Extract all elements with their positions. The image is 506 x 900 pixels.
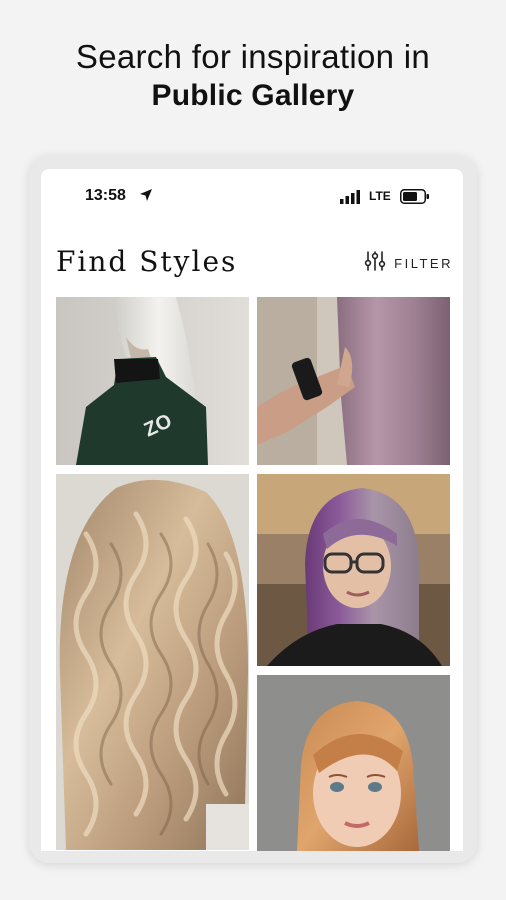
headline-line-2: Public Gallery xyxy=(151,79,355,112)
platinum-straight-hair-photo[interactable]: ZO xyxy=(56,297,249,465)
status-time: 13:58 xyxy=(85,187,126,204)
location-arrow-icon xyxy=(139,188,153,207)
purple-silver-bob-photo[interactable] xyxy=(257,474,450,666)
network-label: LTE xyxy=(369,189,391,203)
filter-button[interactable]: FILTER xyxy=(364,250,453,277)
filter-label: FILTER xyxy=(394,255,453,271)
blonde-wavy-hair-photo[interactable] xyxy=(56,474,249,850)
lavender-straight-hair-photo[interactable] xyxy=(257,297,450,465)
sliders-icon xyxy=(364,250,386,277)
signal-bars-icon xyxy=(340,190,362,209)
phone-screen: 13:58 LTE Find Styles FILTER ZO xyxy=(41,169,463,851)
battery-icon xyxy=(400,189,430,209)
headline-line-1: Search for inspiration in xyxy=(75,38,431,75)
page-title: Find Styles xyxy=(56,245,238,278)
page-header: Find Styles FILTER xyxy=(41,243,463,283)
copper-hair-portrait-photo[interactable] xyxy=(257,675,450,851)
status-bar: 13:58 LTE xyxy=(41,187,463,209)
